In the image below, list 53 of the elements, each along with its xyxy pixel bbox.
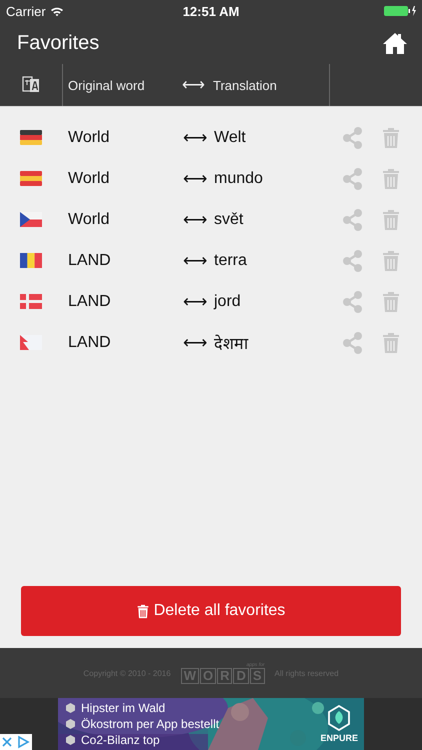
share-icon[interactable]	[343, 332, 363, 354]
flag-icon	[20, 212, 42, 227]
arrow-icon: ⟷	[183, 332, 214, 353]
battery-icon	[384, 6, 416, 16]
arrow-icon: ⟷	[183, 168, 214, 189]
status-time: 12:51 AM	[182, 4, 240, 18]
trash-icon[interactable]	[382, 290, 400, 312]
ad-text: Co2-Bilanz top	[81, 732, 160, 748]
translation-word: mundo	[214, 170, 264, 188]
carrier-label: Carrier	[6, 4, 46, 18]
translation-word: Welt	[214, 128, 247, 146]
flag-icon	[20, 253, 42, 268]
page-title: Favorites	[17, 32, 100, 54]
original-word: World	[68, 210, 110, 228]
wifi-icon	[50, 6, 64, 16]
arrow-icon: ⟷	[182, 75, 213, 95]
original-word: LAND	[68, 252, 112, 270]
brand-name: ENPURE	[320, 733, 358, 743]
trash-icon	[136, 604, 149, 618]
share-icon[interactable]	[343, 126, 363, 148]
flag-icon	[20, 130, 42, 145]
arrow-icon: ⟷	[183, 291, 214, 312]
trash-icon[interactable]	[382, 250, 400, 272]
ad-choices-icon[interactable]	[0, 734, 32, 750]
flag-icon	[20, 171, 42, 186]
share-icon[interactable]	[343, 290, 363, 312]
trash-icon[interactable]	[382, 208, 400, 230]
trash-icon[interactable]	[382, 168, 400, 190]
flag-icon	[20, 335, 42, 350]
translation-word: jord	[214, 292, 242, 310]
trash-icon[interactable]	[382, 332, 400, 354]
arrow-icon: ⟷	[183, 209, 214, 230]
translation-word: svět	[214, 210, 244, 228]
translation-word: देशमा	[214, 334, 250, 354]
original-word: LAND	[68, 334, 112, 352]
original-word: World	[68, 128, 110, 146]
arrow-icon: ⟷	[183, 127, 214, 148]
arrow-icon: ⟷	[183, 250, 214, 271]
original-word: LAND	[68, 292, 112, 310]
original-word: World	[68, 170, 110, 188]
column-header: Translation	[213, 78, 277, 92]
share-icon[interactable]	[343, 250, 363, 272]
share-icon[interactable]	[343, 168, 363, 190]
home-icon[interactable]	[382, 32, 408, 54]
share-icon[interactable]	[343, 208, 363, 230]
ad-text: Hipster im Wald	[81, 700, 166, 716]
trash-icon[interactable]	[382, 126, 400, 148]
column-header: Original word	[68, 78, 146, 92]
translate-icon[interactable]	[22, 75, 40, 95]
translation-word: terra	[214, 252, 248, 270]
delete-all-button[interactable]: Delete all favorites	[21, 586, 401, 636]
flag-icon	[20, 294, 42, 309]
ad-text: Ökostrom per App bestellt	[81, 716, 220, 732]
